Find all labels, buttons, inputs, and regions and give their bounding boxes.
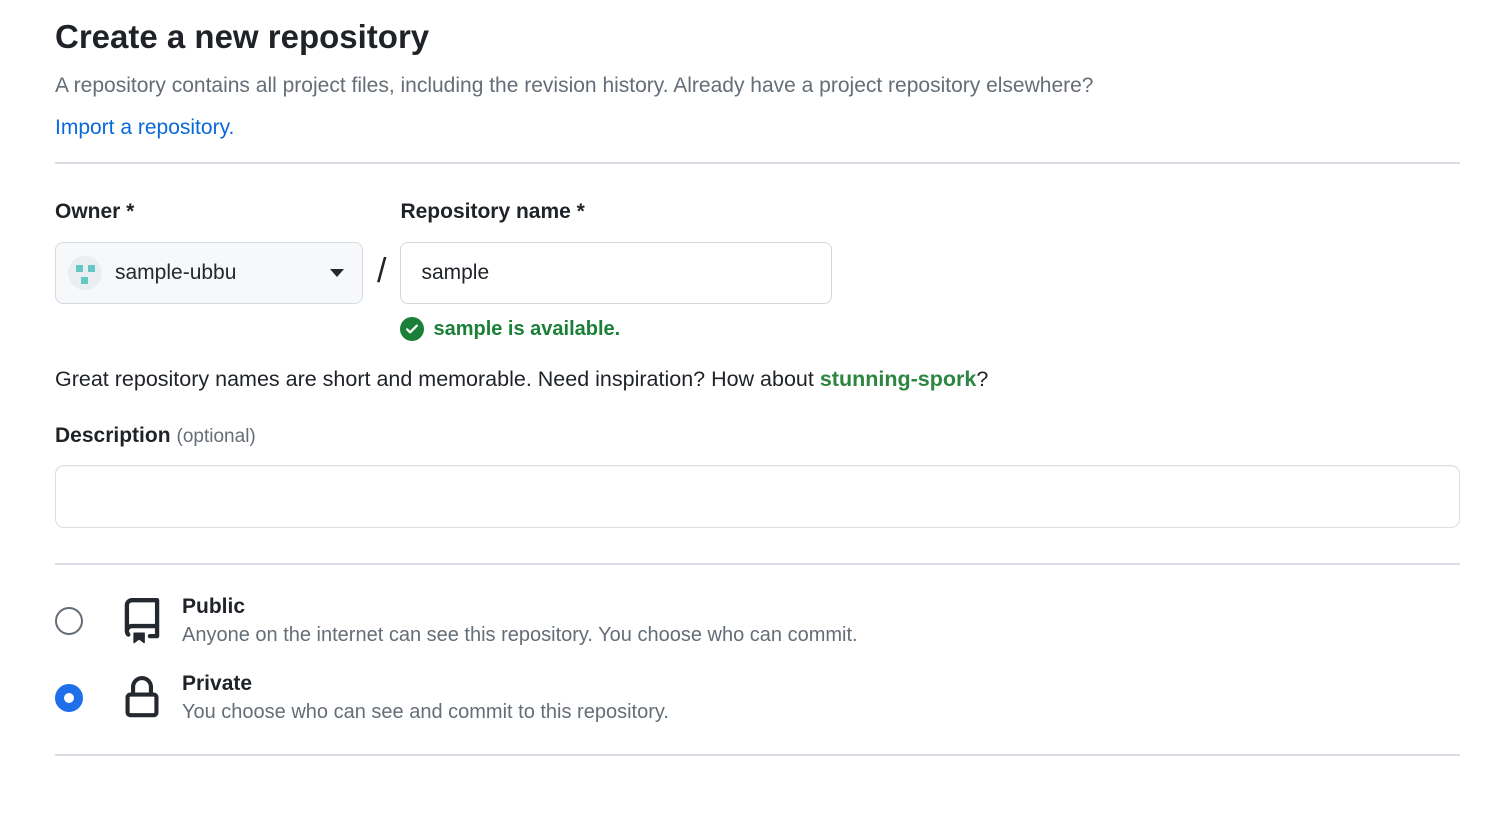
page-title: Create a new repository bbox=[55, 18, 1460, 56]
public-option-description: Anyone on the internet can see this repo… bbox=[182, 624, 858, 647]
description-input[interactable] bbox=[55, 465, 1460, 528]
identicon-avatar bbox=[76, 265, 83, 272]
private-option-text: Private You choose who can see and commi… bbox=[182, 672, 669, 724]
private-option-label: Private bbox=[182, 672, 669, 696]
description-optional-hint: (optional) bbox=[177, 426, 256, 447]
owner-repo-separator: / bbox=[377, 252, 386, 341]
owner-dropdown[interactable]: sample-ubbu bbox=[55, 242, 363, 304]
repository-name-label: Repository name * bbox=[400, 200, 832, 224]
owner-label: Owner * bbox=[55, 200, 363, 224]
create-repository-page: Create a new repository A repository con… bbox=[55, 0, 1460, 756]
public-option-label: Public bbox=[182, 595, 858, 619]
owner-dropdown-label: sample-ubbu bbox=[115, 261, 236, 285]
owner-repo-row: Owner * sample-ubbu / Repository name * … bbox=[55, 200, 1460, 341]
inspiration-text-after: ? bbox=[976, 367, 988, 391]
section-divider bbox=[55, 754, 1460, 756]
visibility-option-private[interactable]: Private You choose who can see and commi… bbox=[55, 672, 1460, 724]
page-subtitle: A repository contains all project files,… bbox=[55, 72, 1460, 100]
import-repository-link[interactable]: Import a repository. bbox=[55, 116, 234, 140]
section-divider bbox=[55, 162, 1460, 164]
section-divider bbox=[55, 563, 1460, 565]
inspiration-text-before: Great repository names are short and mem… bbox=[55, 367, 820, 391]
private-radio[interactable] bbox=[55, 684, 83, 712]
availability-message: sample is available. bbox=[400, 317, 832, 341]
suggestion-link[interactable]: stunning-spork bbox=[820, 367, 976, 391]
owner-avatar bbox=[68, 256, 102, 290]
repo-icon bbox=[118, 598, 166, 644]
description-field: Description (optional) bbox=[55, 424, 1460, 528]
public-option-text: Public Anyone on the internet can see th… bbox=[182, 595, 858, 647]
repository-name-input[interactable] bbox=[400, 242, 832, 304]
visibility-option-public[interactable]: Public Anyone on the internet can see th… bbox=[55, 595, 1460, 647]
lock-icon bbox=[118, 675, 166, 721]
repository-name-field: Repository name * sample is available. bbox=[400, 200, 832, 341]
public-radio[interactable] bbox=[55, 607, 83, 635]
inspiration-line: Great repository names are short and mem… bbox=[55, 367, 1460, 392]
description-label: Description bbox=[55, 424, 171, 447]
chevron-down-icon bbox=[330, 269, 344, 277]
private-option-description: You choose who can see and commit to thi… bbox=[182, 701, 669, 724]
check-circle-icon bbox=[400, 317, 424, 341]
owner-field: Owner * sample-ubbu bbox=[55, 200, 363, 341]
availability-text: sample is available. bbox=[433, 318, 620, 341]
